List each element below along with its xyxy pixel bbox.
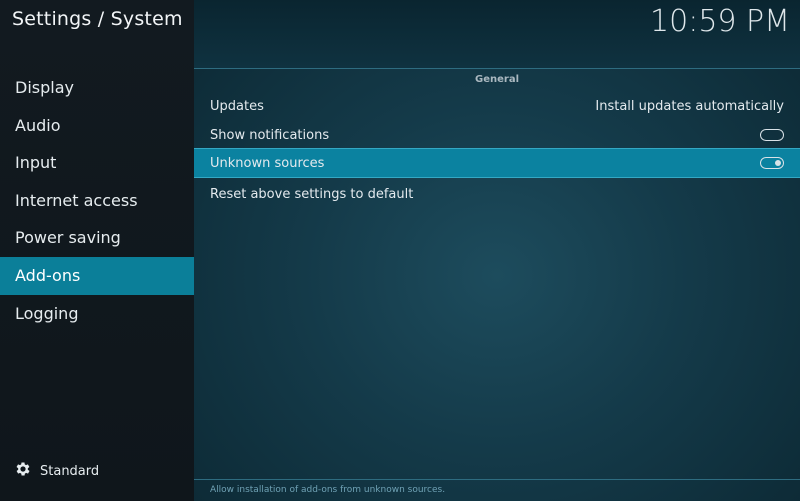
top-bar: 10:59 PM [194, 0, 800, 68]
toggle-switch-on[interactable] [760, 157, 784, 169]
setting-show-notifications[interactable]: Show notifications [194, 120, 800, 150]
gear-icon [14, 460, 32, 482]
toggle-knob [763, 132, 769, 138]
setting-unknown-sources[interactable]: Unknown sources [194, 148, 800, 178]
setting-label: Unknown sources [210, 155, 325, 171]
sidebar: Settings / System Display Audio Input In… [0, 0, 194, 501]
setting-updates[interactable]: Updates Install updates automatically [194, 91, 800, 121]
setting-label: Updates [210, 98, 264, 114]
toggle-switch-off[interactable] [760, 129, 784, 141]
sidebar-item-add-ons[interactable]: Add-ons [0, 256, 194, 295]
section-title: General [475, 74, 519, 85]
sidebar-item-audio[interactable]: Audio [0, 107, 194, 145]
setting-label: Reset above settings to default [210, 186, 414, 202]
toggle-knob [775, 159, 781, 166]
setting-label: Show notifications [210, 127, 330, 143]
sidebar-item-power-saving[interactable]: Power saving [0, 219, 194, 257]
clock: 10:59 PM [650, 4, 790, 39]
setting-reset-defaults[interactable]: Reset above settings to default [194, 179, 800, 209]
sidebar-item-display[interactable]: Display [0, 69, 194, 107]
divider [194, 68, 800, 69]
settings-panel: 10:59 PM General Updates Install updates… [194, 0, 800, 501]
sidebar-item-logging[interactable]: Logging [0, 295, 194, 333]
divider [194, 479, 800, 480]
breadcrumb: Settings / System [12, 8, 183, 30]
sidebar-item-internet-access[interactable]: Internet access [0, 182, 194, 220]
setting-value: Install updates automatically [595, 98, 784, 114]
sidebar-item-input[interactable]: Input [0, 144, 194, 182]
settings-level-button[interactable]: Standard [14, 460, 99, 482]
settings-level-label: Standard [40, 463, 100, 479]
setting-description: Allow installation of add-ons from unkno… [210, 485, 446, 495]
category-menu: Display Audio Input Internet access Powe… [0, 69, 194, 332]
